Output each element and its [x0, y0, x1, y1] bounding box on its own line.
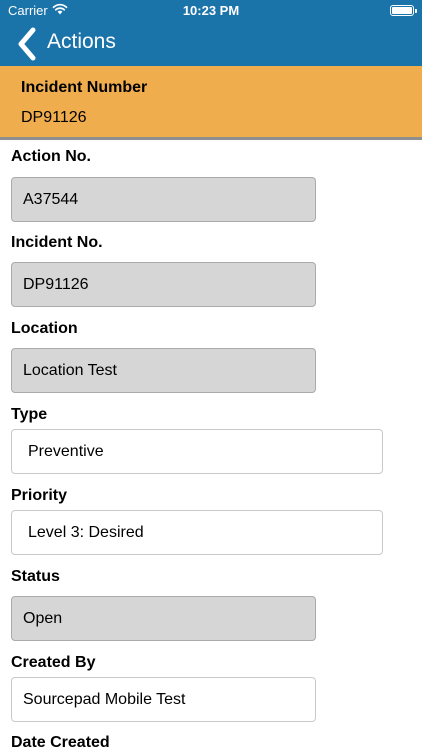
location-field: Location Test: [11, 348, 316, 393]
status-bar: Carrier 10:23 PM: [0, 0, 422, 22]
priority-label: Priority: [11, 487, 68, 504]
type-value: Preventive: [28, 442, 104, 460]
created-by-value: Sourcepad Mobile Test: [23, 690, 186, 708]
incident-no-value: DP91126: [23, 275, 89, 293]
incident-banner: Incident Number DP91126: [0, 66, 422, 140]
banner-value: DP91126: [21, 109, 87, 126]
action-no-value: A37544: [23, 190, 79, 208]
type-picker[interactable]: Preventive: [11, 429, 383, 474]
back-chevron-icon[interactable]: [12, 26, 44, 62]
priority-value: Level 3: Desired: [28, 523, 144, 541]
action-no-label: Action No.: [11, 148, 91, 165]
incident-no-field: DP91126: [11, 262, 316, 307]
status-value: Open: [23, 609, 63, 627]
type-label: Type: [11, 406, 48, 423]
status-time: 10:23 PM: [182, 3, 240, 18]
created-by-field[interactable]: Sourcepad Mobile Test: [11, 677, 316, 722]
nav-title: Actions: [47, 30, 116, 53]
status-field: Open: [11, 596, 316, 641]
incident-no-label: Incident No.: [11, 234, 103, 251]
status-label: Status: [11, 568, 60, 585]
battery-icon: [390, 5, 417, 16]
location-label: Location: [11, 320, 78, 337]
navigation-bar: Actions: [0, 22, 422, 66]
action-no-field: A37544: [11, 177, 316, 222]
banner-label: Incident Number: [21, 79, 148, 96]
location-value: Location Test: [23, 361, 117, 379]
created-by-label: Created By: [11, 654, 96, 671]
date-created-label: Date Created: [11, 734, 110, 750]
priority-picker[interactable]: Level 3: Desired: [11, 510, 383, 555]
